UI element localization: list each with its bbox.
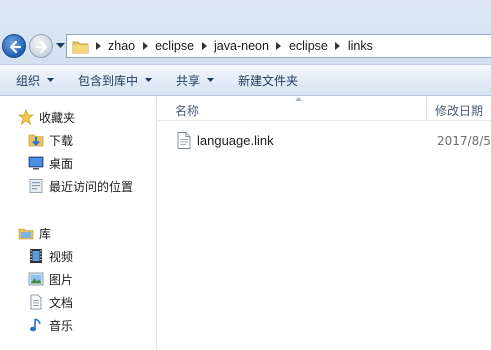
address-region: zhao eclipse java-neon eclipse links	[0, 0, 491, 64]
share-button[interactable]: 共享	[168, 68, 222, 92]
file-row[interactable]: language.link 2017/8/5	[158, 130, 491, 152]
include-in-library-label: 包含到库中	[78, 73, 139, 88]
chevron-down-icon	[47, 78, 55, 82]
chevron-down-icon	[207, 78, 215, 82]
video-icon	[30, 249, 42, 263]
include-in-library-button[interactable]: 包含到库中	[70, 68, 160, 92]
share-label: 共享	[176, 73, 201, 88]
nav-item-videos[interactable]: 视频	[28, 246, 73, 266]
recent-pages-dropdown-icon[interactable]	[56, 43, 65, 49]
file-name: language.link	[197, 133, 274, 148]
breadcrumb-item[interactable]: java-neon	[211, 35, 272, 57]
chevron-right-icon[interactable]	[197, 35, 211, 57]
sort-ascending-icon	[295, 97, 302, 101]
nav-item-label: 下载	[49, 133, 74, 148]
nav-item-pictures[interactable]: 图片	[28, 269, 73, 289]
folder-icon	[72, 41, 89, 54]
nav-item-recent-places[interactable]: 最近访问的位置	[28, 176, 133, 196]
nav-item-downloads[interactable]: 下载	[28, 130, 73, 150]
nav-item-libraries[interactable]: 库	[18, 223, 51, 243]
address-bar[interactable]: zhao eclipse java-neon eclipse links	[66, 34, 491, 58]
nav-item-label: 音乐	[49, 318, 74, 333]
picture-icon	[28, 272, 44, 286]
chevron-down-icon	[145, 78, 153, 82]
desktop-icon	[28, 156, 44, 170]
nav-item-label: 视频	[49, 249, 74, 264]
nav-item-label: 图片	[49, 272, 74, 287]
new-folder-label: 新建文件夹	[238, 73, 299, 88]
chevron-right-icon[interactable]	[91, 35, 105, 57]
star-icon	[18, 109, 34, 125]
organize-button[interactable]: 组织	[8, 68, 62, 92]
file-icon	[177, 132, 191, 149]
downloads-folder-icon	[28, 134, 44, 147]
back-button[interactable]	[2, 34, 26, 58]
music-note-icon	[30, 318, 41, 332]
nav-item-favorites[interactable]: 收藏夹	[18, 107, 75, 127]
column-header-date-modified[interactable]: 修改日期	[435, 102, 483, 119]
nav-item-desktop[interactable]: 桌面	[28, 153, 73, 173]
libraries-icon	[18, 228, 34, 240]
nav-item-label: 最近访问的位置	[49, 179, 134, 194]
breadcrumb-item[interactable]: zhao	[105, 35, 138, 57]
file-list: 名称 修改日期 language.link 2017/8/5	[158, 97, 491, 350]
chevron-right-icon[interactable]	[272, 35, 286, 57]
nav-item-label: 文档	[49, 295, 74, 310]
new-folder-button[interactable]: 新建文件夹	[230, 68, 306, 92]
breadcrumb-item[interactable]: eclipse	[286, 35, 331, 57]
document-icon	[30, 294, 42, 310]
nav-item-music[interactable]: 音乐	[28, 315, 73, 335]
breadcrumb-item[interactable]: links	[345, 35, 376, 57]
chevron-right-icon[interactable]	[331, 35, 345, 57]
nav-item-documents[interactable]: 文档	[28, 292, 73, 312]
breadcrumb-item[interactable]: eclipse	[152, 35, 197, 57]
column-header-row: 名称 修改日期	[158, 97, 491, 121]
arrow-right-icon	[35, 40, 48, 54]
recent-places-icon	[29, 179, 43, 193]
breadcrumb: zhao eclipse java-neon eclipse links	[91, 35, 376, 57]
column-header-name[interactable]: 名称	[175, 102, 199, 119]
command-bar: 组织 包含到库中 共享 新建文件夹	[0, 64, 491, 96]
chevron-right-icon[interactable]	[138, 35, 152, 57]
column-divider[interactable]	[426, 97, 427, 121]
organize-label: 组织	[16, 73, 41, 88]
file-date-modified: 2017/8/5	[437, 134, 491, 148]
nav-item-label: 收藏夹	[39, 110, 76, 125]
nav-item-label: 库	[39, 226, 52, 241]
navigation-pane: 收藏夹 下载 桌面 最近访问的位置 库 视频 图片 文档 音乐	[0, 97, 157, 350]
nav-item-label: 桌面	[49, 156, 74, 171]
arrow-left-icon	[9, 40, 22, 54]
forward-button[interactable]	[29, 34, 53, 58]
